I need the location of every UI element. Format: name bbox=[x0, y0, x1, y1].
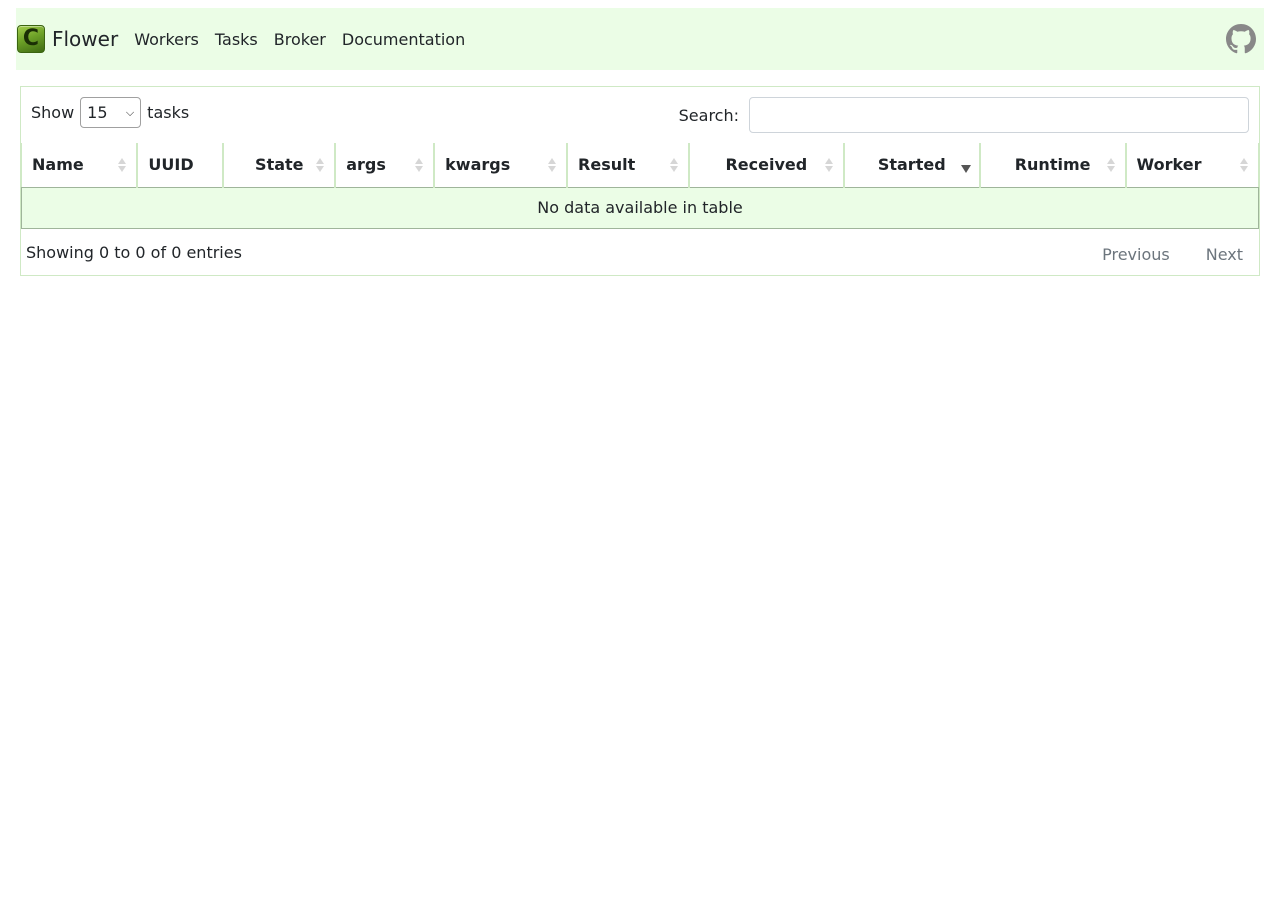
column-header-name[interactable]: Name bbox=[21, 143, 138, 188]
next-button[interactable]: Next bbox=[1206, 245, 1243, 264]
nav-workers[interactable]: Workers bbox=[134, 30, 199, 49]
brand-name: Flower bbox=[52, 27, 119, 51]
sort-icon bbox=[548, 156, 558, 174]
sort-icon bbox=[1106, 156, 1117, 174]
github-icon[interactable] bbox=[1226, 24, 1256, 54]
show-label: Show bbox=[31, 103, 75, 122]
tasks-label: tasks bbox=[147, 103, 190, 122]
nav-tasks[interactable]: Tasks bbox=[215, 30, 258, 49]
nav-documentation[interactable]: Documentation bbox=[342, 30, 465, 49]
table-row: No data available in table bbox=[21, 187, 1259, 229]
column-header-uuid: UUID bbox=[136, 143, 224, 188]
empty-table-message: No data available in table bbox=[21, 187, 1259, 229]
chevron-down-icon: ⌵ bbox=[125, 105, 135, 119]
sort-icon bbox=[415, 156, 425, 174]
column-header-state[interactable]: State bbox=[222, 143, 336, 188]
sort-icon bbox=[316, 156, 326, 174]
search-control: Search: bbox=[679, 97, 1249, 133]
logo-letter: C bbox=[22, 26, 40, 51]
nav-broker[interactable]: Broker bbox=[274, 30, 326, 49]
page-length-value: 15 bbox=[87, 103, 108, 122]
navbar: C Flower Workers Tasks Broker Documentat… bbox=[16, 8, 1264, 70]
column-header-kwargs[interactable]: kwargs bbox=[433, 143, 568, 188]
page-length-select[interactable]: 15 ⌵ bbox=[80, 97, 142, 128]
column-header-args[interactable]: args bbox=[334, 143, 435, 188]
column-header-runtime[interactable]: Runtime bbox=[978, 143, 1126, 188]
tasks-card: Show 15 ⌵ tasks Search: Name UUID State … bbox=[20, 86, 1260, 276]
column-header-worker[interactable]: Worker bbox=[1124, 143, 1259, 188]
previous-button[interactable]: Previous bbox=[1102, 245, 1170, 264]
column-header-started[interactable]: Started bbox=[842, 143, 980, 188]
sort-icon bbox=[824, 156, 835, 174]
sort-icon bbox=[1240, 156, 1250, 174]
brand-link[interactable]: C Flower bbox=[17, 25, 134, 53]
sort-icon bbox=[118, 156, 128, 174]
sort-icon bbox=[669, 156, 680, 174]
pagination: Previous Next bbox=[1066, 245, 1243, 264]
search-input[interactable] bbox=[749, 97, 1249, 133]
column-header-result[interactable]: Result bbox=[566, 143, 689, 188]
column-header-received[interactable]: Received bbox=[687, 143, 844, 188]
celery-logo-icon: C bbox=[17, 25, 45, 53]
table-info: Showing 0 to 0 of 0 entries bbox=[26, 243, 242, 262]
search-label: Search: bbox=[678, 105, 739, 125]
page-length-control: Show 15 ⌵ tasks bbox=[31, 97, 189, 128]
tasks-table: Name UUID State args kwargs Result Recei… bbox=[21, 143, 1259, 229]
sort-descending-icon bbox=[960, 156, 971, 174]
